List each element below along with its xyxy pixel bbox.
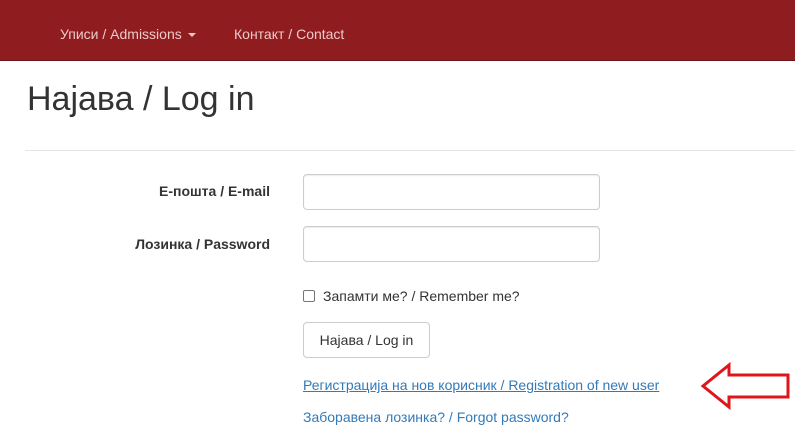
remember-me-label: Запамти ме? / Remember me? [323,288,520,304]
caret-down-icon [187,33,196,38]
section-divider [25,150,795,151]
page-title: Најава / Log in [27,80,255,118]
password-input[interactable] [303,226,600,262]
password-label: Лозинка / Password [135,236,270,252]
forgot-password-link[interactable]: Заборавена лозинка? / Forgot password? [303,409,569,425]
remember-me-checkbox[interactable] [303,290,315,302]
email-label: Е-пошта / E-mail [158,183,270,199]
left-arrow-annotation-icon [700,362,790,410]
register-link[interactable]: Регистрација на нов корисник / Registrat… [303,377,659,393]
nav-contact-link[interactable]: Контакт / Contact [234,26,344,42]
login-button[interactable]: Најава / Log in [303,322,430,358]
remember-me-row[interactable]: Запамти ме? / Remember me? [303,288,520,304]
nav-contact-label: Контакт / Contact [234,26,345,42]
nav-admissions-dropdown[interactable]: Уписи / Admissions [60,26,196,42]
nav-admissions-label: Уписи / Admissions [60,26,182,42]
email-input[interactable] [303,174,600,210]
top-navbar: Уписи / Admissions Контакт / Contact [0,0,795,61]
